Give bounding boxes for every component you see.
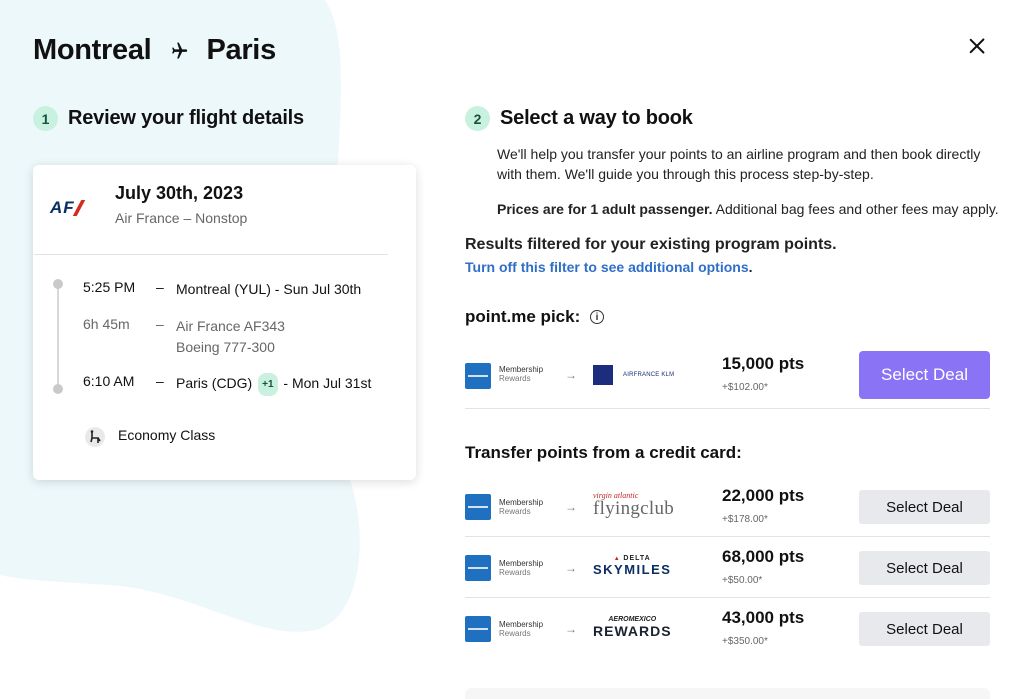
info-icon[interactable]: i (590, 310, 604, 324)
aeromexico-rewards-logo: AEROMEXICO REWARDS (593, 616, 672, 639)
delta-skymiles-logo: DELTA SKYMILES (593, 555, 671, 577)
air-france-logo: AF (50, 198, 85, 218)
arrow-right-icon: → (565, 561, 577, 575)
origin-city: Montreal (33, 34, 152, 66)
fee-amount: +$50.00* (722, 575, 763, 586)
turn-off-filter-link[interactable]: Turn off this filter to see additional o… (465, 259, 753, 275)
step-2-header: 2 Select a way to book (465, 106, 693, 131)
filter-heading: Results filtered for your existing progr… (465, 236, 837, 253)
membership-rewards-label: Membership Rewards (499, 559, 544, 577)
cabin-class: Economy Class (118, 427, 216, 443)
step-title: Review your flight details (68, 107, 304, 129)
flying-blue-logo: AIRFRANCE KLM (593, 365, 674, 385)
close-icon[interactable] (966, 35, 988, 57)
select-deal-button[interactable]: Select Deal (859, 351, 990, 399)
membership-rewards-label: Membership Rewards (499, 498, 544, 516)
virgin-flyingclub-logo: virgin atlantic flyingclub (593, 491, 675, 519)
airplane-icon (172, 42, 188, 58)
fee-amount: +$178.00* (722, 514, 768, 525)
flight-details-card: AF July 30th, 2023 Air France – Nonstop … (33, 165, 416, 480)
points-amount: 22,000 pts (722, 486, 805, 505)
timeline-dot (53, 279, 63, 289)
membership-rewards-label: Membership Rewards (499, 620, 544, 638)
deal-row-virgin: Membership Rewards → virgin atlantic flyi… (465, 477, 990, 537)
next-section-edge (465, 688, 990, 699)
pick-deal-row: Membership Rewards → AIRFRANCE KLM 15,000… (465, 349, 990, 409)
flight-date: July 30th, 2023 (115, 183, 244, 203)
divider (34, 254, 388, 255)
intro-text: We'll help you transfer your points to a… (497, 146, 981, 182)
amex-card-icon (465, 363, 491, 389)
seat-icon (85, 427, 105, 447)
fee-amount: +$102.00* (722, 382, 768, 393)
select-deal-button[interactable]: Select Deal (859, 612, 990, 646)
arrow-right-icon: → (565, 500, 577, 514)
step-number-badge: 1 (33, 106, 58, 131)
price-note: Prices are for 1 adult passenger. Additi… (497, 201, 999, 217)
arrow-right-icon: → (565, 622, 577, 636)
points-amount: 43,000 pts (722, 608, 805, 627)
points-amount: 15,000 pts (722, 354, 805, 373)
step-number-badge: 2 (465, 106, 490, 131)
fee-amount: +$350.00* (722, 636, 768, 647)
transfer-section-title: Transfer points from a credit card: (465, 443, 742, 462)
destination-city: Paris (206, 34, 276, 66)
amex-card-icon (465, 494, 491, 520)
next-day-badge: +1 (258, 373, 278, 396)
arrow-right-icon: → (565, 368, 577, 382)
deal-row-aeromexico: Membership Rewards → AEROMEXICO REWARDS 4… (465, 599, 990, 659)
point-me-pick-title: point.me pick: (465, 307, 581, 326)
deal-row-delta: MembershipRewards → DELTA SKYMILES 68,00… (465, 538, 990, 598)
select-deal-button[interactable]: Select Deal (859, 490, 990, 524)
flight-subtitle: Air France – Nonstop (115, 210, 248, 226)
route-header: Montreal Paris (33, 34, 276, 67)
timeline-dot (53, 384, 63, 394)
step-1-header: 1 Review your flight details (33, 106, 304, 131)
amex-card-icon (465, 555, 491, 581)
step-title: Select a way to book (500, 107, 693, 129)
amex-card-icon (465, 616, 491, 642)
select-deal-button[interactable]: Select Deal (859, 551, 990, 585)
membership-rewards-label: Membership Rewards (499, 365, 544, 383)
points-amount: 68,000 pts (722, 547, 805, 566)
timeline-line (57, 284, 59, 389)
